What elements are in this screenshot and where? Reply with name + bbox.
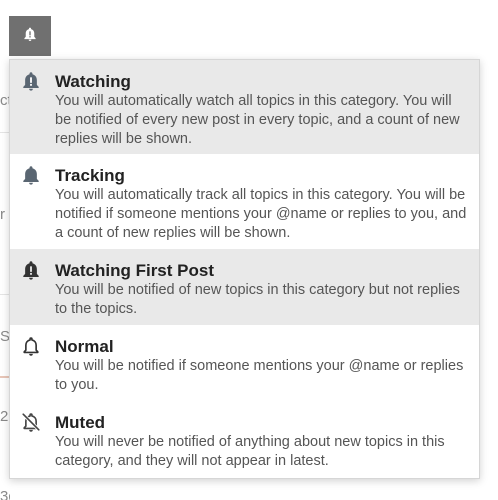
bell-alert-icon — [22, 26, 38, 47]
menu-item-muted[interactable]: Muted You will never be notified of anyt… — [10, 401, 479, 478]
menu-item-description: You will never be notified of anything a… — [55, 434, 445, 469]
notification-level-menu: Watching You will automatically watch al… — [9, 59, 480, 479]
menu-item-title: Normal — [55, 337, 114, 356]
bell-alert-icon — [20, 259, 42, 281]
menu-item-title: Watching First Post — [55, 261, 214, 280]
menu-item-title: Watching — [55, 72, 131, 91]
menu-item-description: You will be notified of new topics in th… — [55, 282, 460, 317]
menu-item-watching-first-post[interactable]: Watching First Post You will be notified… — [10, 249, 479, 325]
bell-icon — [20, 164, 42, 186]
menu-item-normal[interactable]: Normal You will be notified if someone m… — [10, 325, 479, 401]
notification-level-button[interactable] — [9, 16, 51, 56]
menu-item-tracking[interactable]: Tracking You will automatically track al… — [10, 154, 479, 249]
menu-item-description: You will be notified if someone mentions… — [55, 358, 464, 393]
menu-item-description: You will automatically watch all topics … — [55, 93, 460, 147]
menu-item-title: Muted — [55, 413, 106, 432]
menu-item-title: Tracking — [55, 166, 125, 185]
bell-slash-icon — [20, 411, 42, 433]
menu-item-description: You will automatically track all topics … — [55, 187, 467, 241]
page: ctiv r Sr 2h 3d — [0, 0, 498, 500]
background-text-fragment: 3d — [0, 488, 10, 500]
bell-outline-icon — [20, 335, 42, 357]
menu-item-watching[interactable]: Watching You will automatically watch al… — [10, 60, 479, 154]
bell-alert-icon — [20, 70, 42, 92]
